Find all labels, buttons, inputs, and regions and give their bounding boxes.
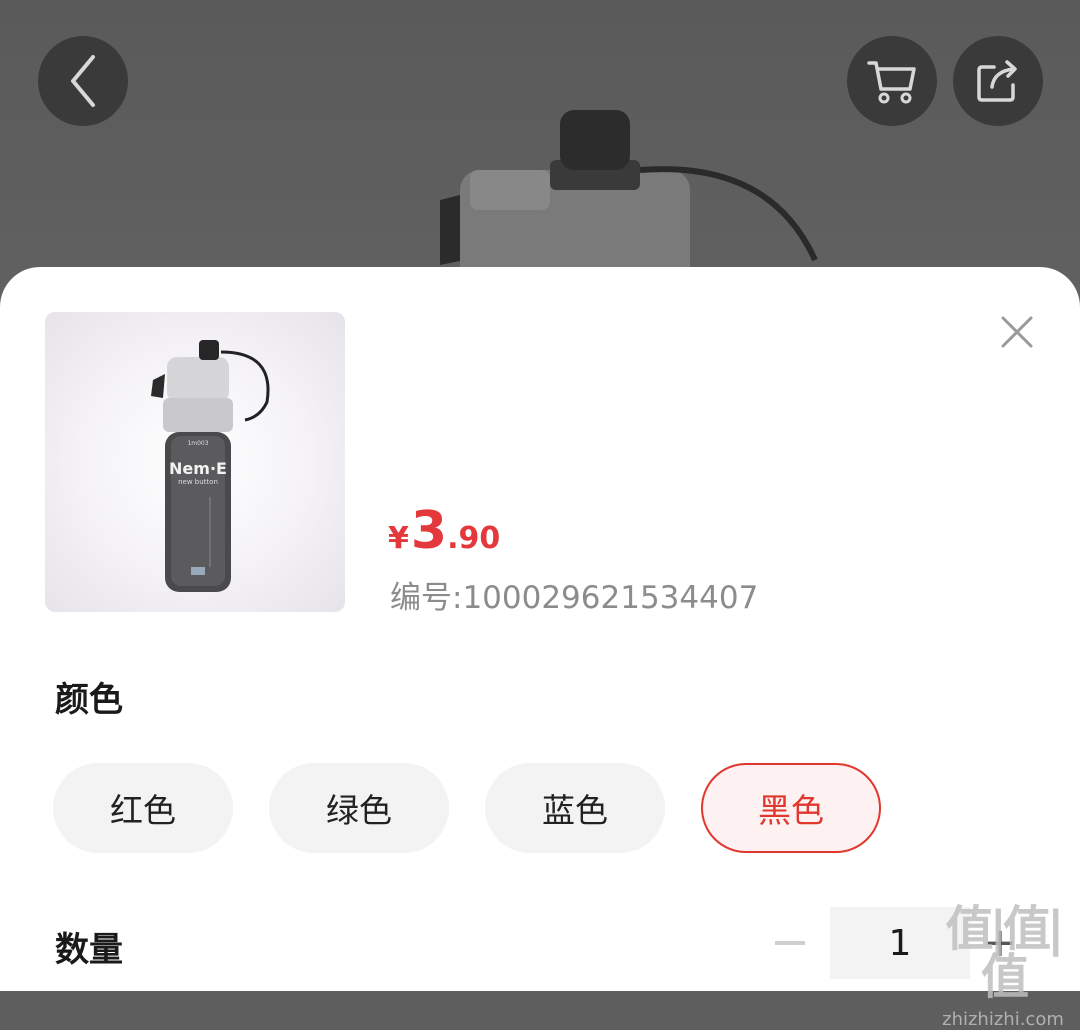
color-section-title: 颜色 — [55, 680, 123, 720]
close-button[interactable] — [995, 310, 1039, 354]
color-option-black[interactable]: 黑色 — [701, 763, 881, 853]
thumb-sub-text: new button — [178, 478, 218, 486]
quantity-decrease-button[interactable] — [760, 908, 820, 978]
chevron-left-icon — [71, 55, 95, 107]
minus-icon — [775, 941, 805, 945]
sku-number: 编号:100029621534407 — [390, 580, 759, 616]
share-button[interactable] — [953, 36, 1043, 126]
watermark-logo: 值|值|值 — [945, 901, 1064, 1005]
price-decimal: .90 — [447, 521, 501, 556]
back-button[interactable] — [38, 36, 128, 126]
color-option-red[interactable]: 红色 — [53, 763, 233, 853]
sku-selector-sheet: 1m003 Nem·E new button ¥ 3 .90 编号:100029… — [0, 267, 1080, 991]
color-option-blue[interactable]: 蓝色 — [485, 763, 665, 853]
product-thumbnail: 1m003 Nem·E new button — [45, 312, 345, 612]
color-options: 红色 绿色 蓝色 黑色 — [53, 763, 881, 853]
watermark-text: zhizhizhi.com — [942, 1009, 1064, 1030]
watermark: 值|值|值 zhizhizhi.com — [928, 905, 1078, 1030]
cart-button[interactable] — [847, 36, 937, 126]
cart-icon — [867, 61, 916, 104]
color-option-green[interactable]: 绿色 — [269, 763, 449, 853]
bottle-thumbnail-image: 1m003 Nem·E new button — [151, 340, 270, 592]
thumb-brand-text: Nem·E — [169, 459, 227, 478]
quantity-section-title: 数量 — [55, 930, 123, 970]
share-icon — [977, 60, 1017, 102]
close-icon — [1001, 316, 1033, 348]
price-currency: ¥ — [388, 521, 409, 556]
price-integer: 3 — [410, 501, 448, 561]
thumb-tag-text: 1m003 — [187, 440, 208, 447]
price: ¥ 3 .90 — [388, 505, 500, 557]
